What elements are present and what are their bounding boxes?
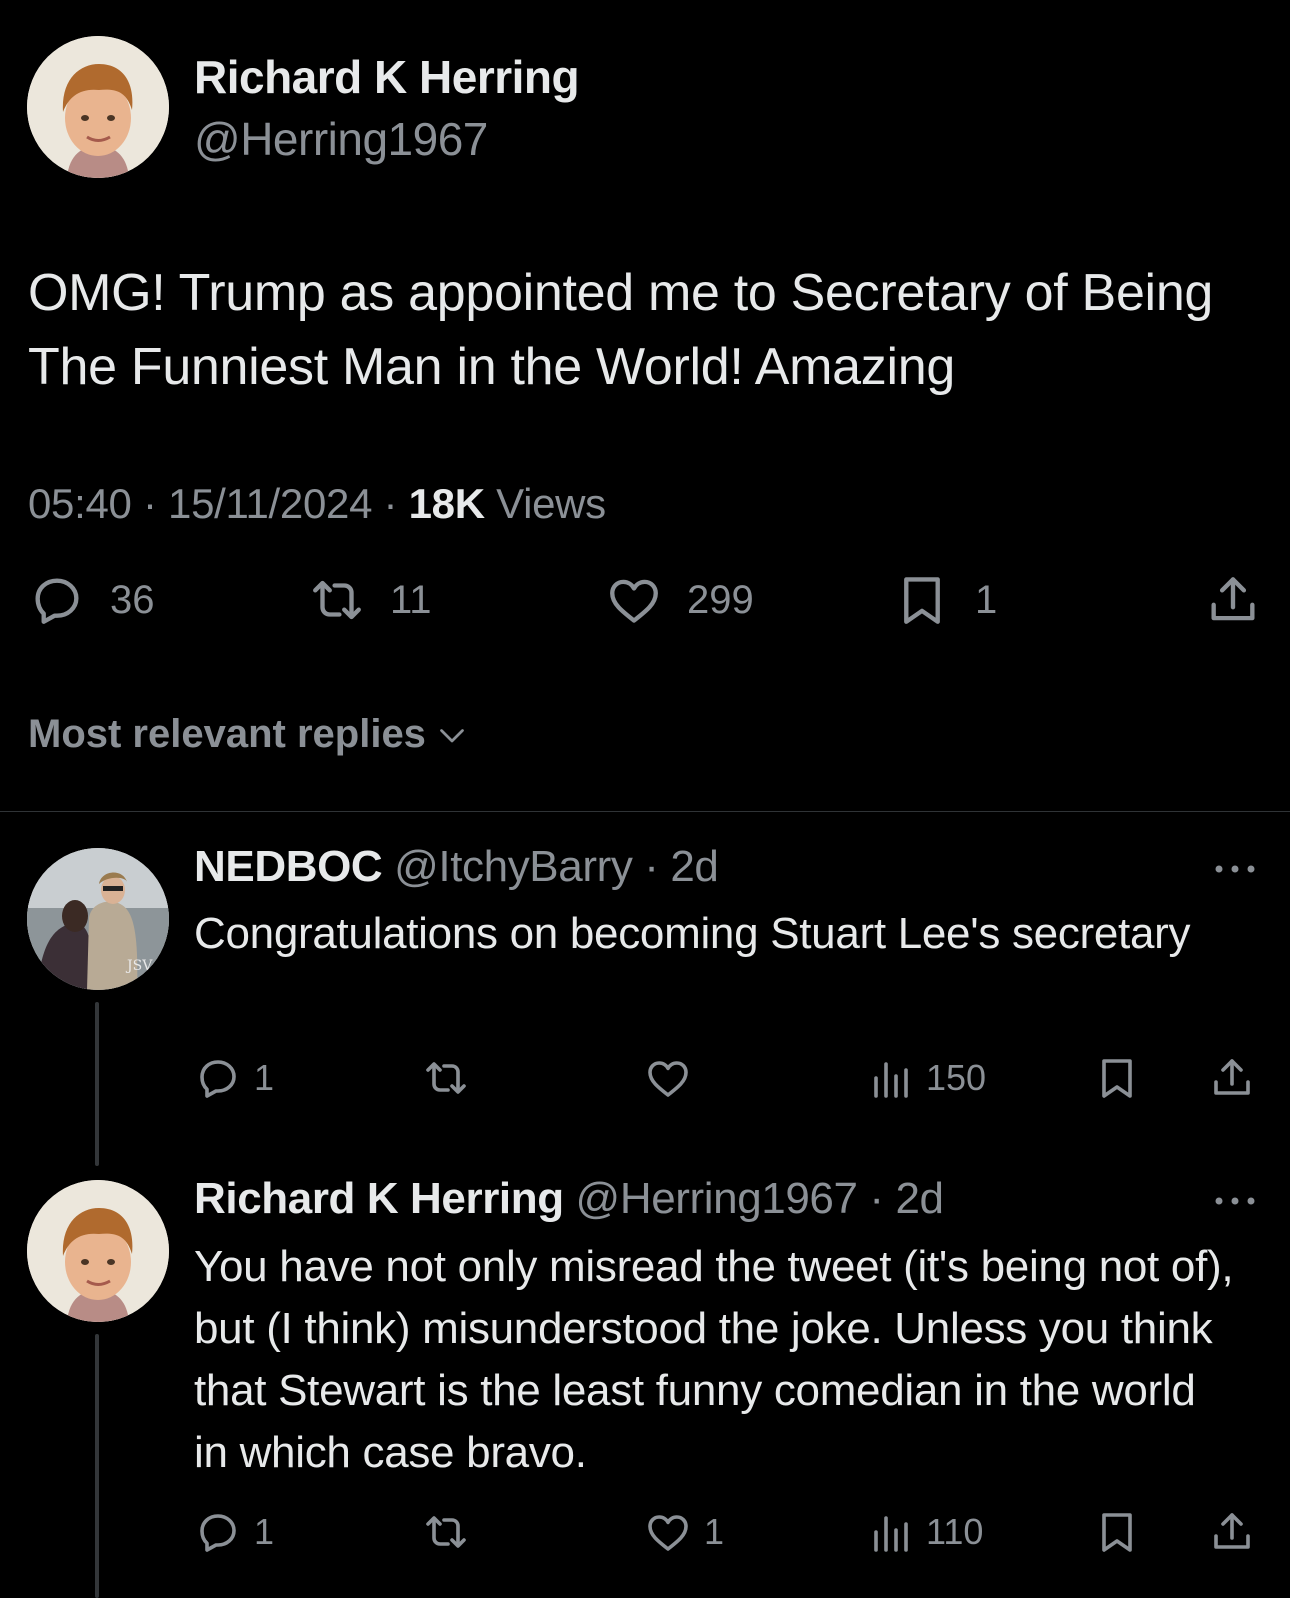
share-button[interactable] [1208,1508,1256,1556]
reply-age[interactable]: 2d [670,842,719,891]
share-button[interactable] [1204,571,1262,629]
sort-replies-dropdown[interactable]: Most relevant replies [28,712,470,757]
reply-button[interactable]: 1 [194,1054,274,1102]
tweet-text: OMG! Trump as appointed me to Secretary … [28,264,1214,396]
repost-button[interactable] [422,1508,482,1556]
thread-line [95,1002,99,1166]
bookmark-icon [1102,1059,1132,1098]
reply-author-name[interactable]: Richard K Herring [194,1174,564,1223]
views-count: 150 [926,1057,987,1098]
like-button[interactable]: 1 [644,1508,724,1556]
more-icon[interactable] [1212,1194,1258,1208]
like-count: 299 [687,577,754,622]
bookmark-button[interactable]: 1 [893,571,997,629]
reply-button[interactable]: 36 [28,571,155,629]
reply-text: Congratulations on becoming Stuart Lee's… [194,909,1191,958]
views-label: Views [496,480,606,527]
reply-avatar[interactable] [27,1180,169,1322]
bookmark-count: 1 [975,577,998,622]
like-count: 1 [704,1511,725,1552]
chevron-down-icon [440,728,464,742]
reply-button[interactable]: 1 [194,1508,274,1556]
bookmark-icon [904,577,940,624]
share-icon [1214,1513,1250,1549]
reply-avatar[interactable]: JSV [27,848,169,990]
share-icon [1211,577,1255,621]
repost-button[interactable]: 11 [308,571,432,629]
share-icon [1214,1059,1250,1095]
author-name[interactable]: Richard K Herring [194,50,580,104]
more-icon[interactable] [1212,862,1258,876]
tweet-meta: 05:40 · 15/11/2024 · 18K Views [28,480,606,527]
reply-icon [200,1514,236,1552]
views-count[interactable]: 18K [409,480,485,527]
reply-count: 36 [110,577,155,622]
bookmark-button[interactable] [1093,1054,1141,1102]
repost-icon [313,580,361,620]
heart-icon [610,579,658,623]
reply-text: You have not only misread the tweet (it'… [194,1242,1234,1477]
views-button[interactable]: 150 [866,1054,986,1102]
views-button[interactable]: 110 [866,1508,983,1556]
repost-count: 11 [390,577,432,622]
divider [0,811,1290,812]
views-count: 110 [926,1511,984,1552]
reply-count: 1 [254,1057,275,1098]
tweet-date[interactable]: 15/11/2024 [168,480,372,527]
sort-label: Most relevant replies [28,712,426,756]
like-button[interactable]: 299 [605,571,754,629]
repost-icon [426,1062,466,1094]
like-button[interactable] [644,1054,704,1102]
reply-icon [200,1060,236,1098]
reply-header: NEDBOC @ItchyBarry · 2d [194,842,719,891]
share-button[interactable] [1208,1054,1256,1102]
thread-line [95,1334,99,1598]
author-avatar[interactable] [27,36,169,178]
reply-author-name[interactable]: NEDBOC [194,842,383,891]
views-icon [874,1062,908,1098]
heart-icon [648,1061,688,1097]
bookmark-icon [1102,1513,1132,1552]
author-handle[interactable]: @Herring1967 [194,112,488,166]
repost-icon [426,1516,466,1548]
bookmark-button[interactable] [1093,1508,1141,1556]
reply-header: Richard K Herring @Herring1967 · 2d [194,1174,944,1223]
reply-author-handle[interactable]: @Herring1967 [576,1174,858,1223]
repost-button[interactable] [422,1054,482,1102]
reply-author-handle[interactable]: @ItchyBarry [394,842,633,891]
views-icon [874,1516,908,1552]
reply-count: 1 [254,1511,275,1552]
heart-icon [648,1515,688,1551]
reply-age[interactable]: 2d [895,1174,944,1223]
tweet-time[interactable]: 05:40 [28,480,132,527]
svg-text:JSV: JSV [125,958,153,974]
reply-icon [35,578,79,624]
